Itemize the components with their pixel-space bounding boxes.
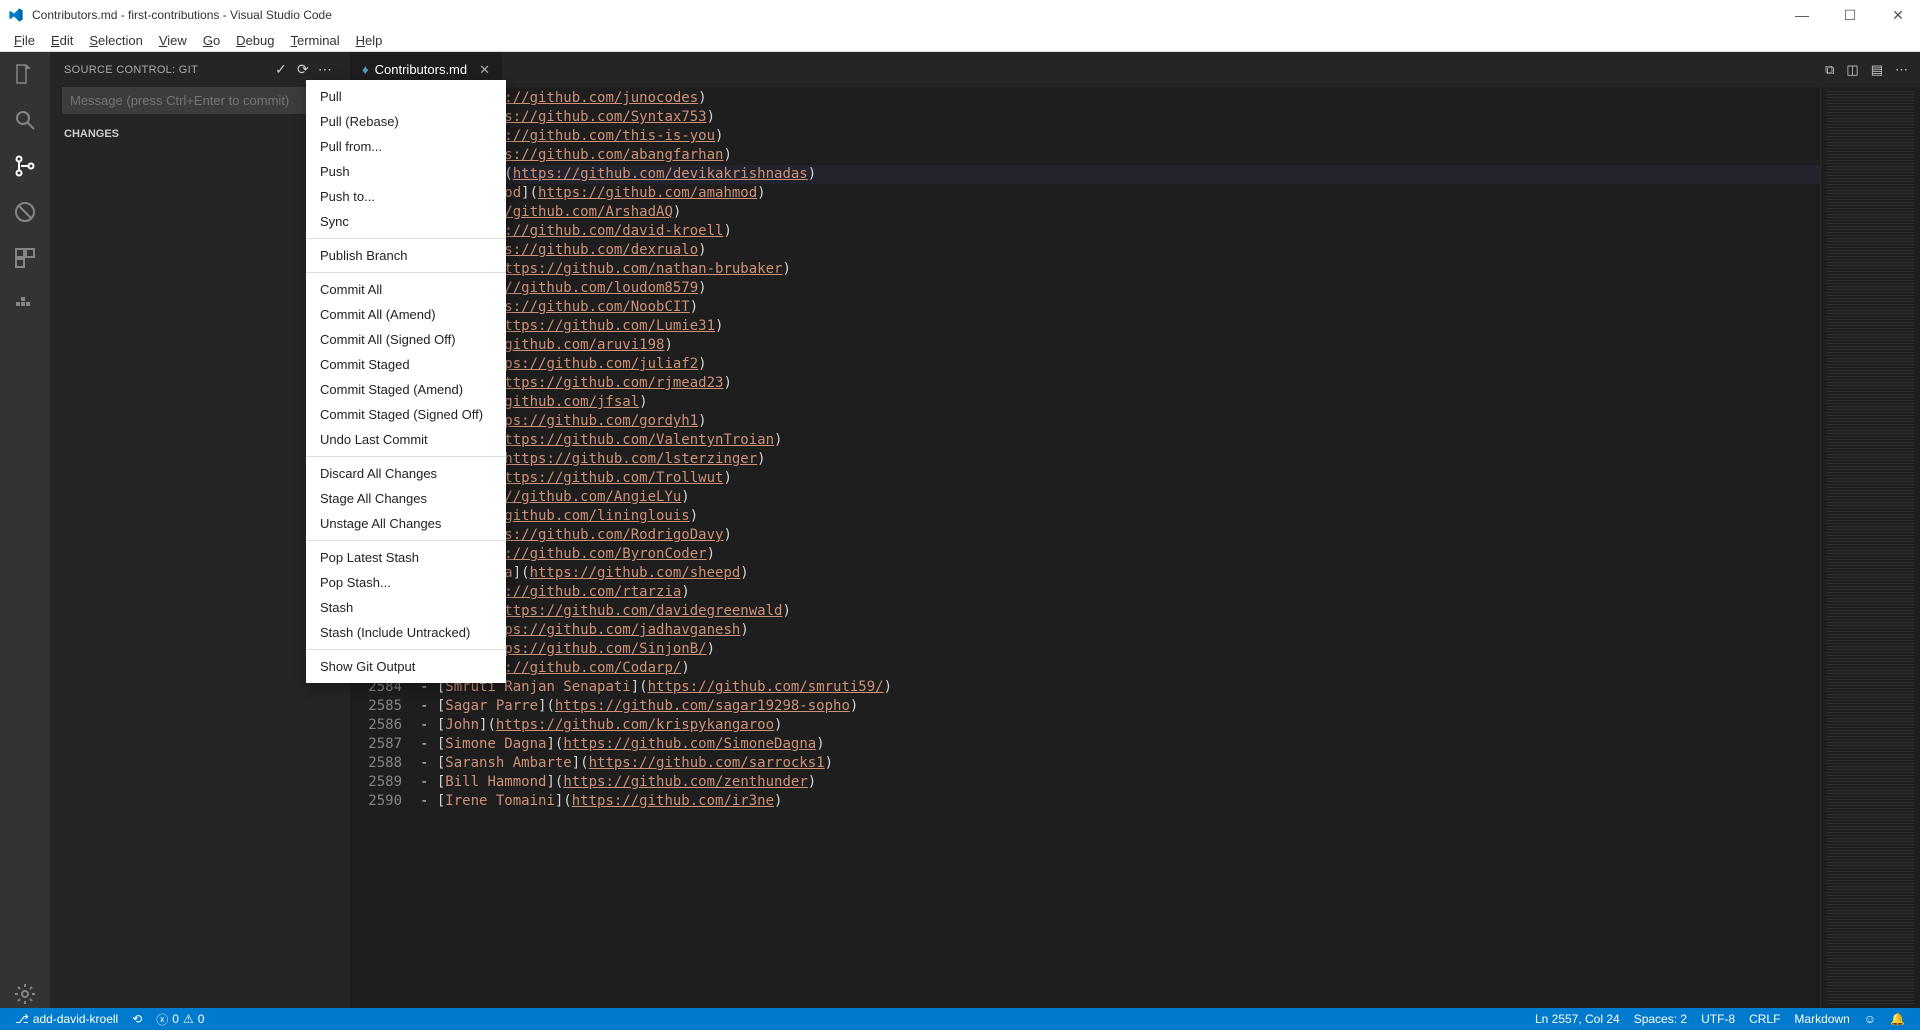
changes-section[interactable]: CHANGES — [50, 122, 350, 146]
menu-separator — [306, 540, 506, 541]
status-feedback-icon[interactable]: ☺ — [1857, 1012, 1883, 1026]
menu-debug[interactable]: Debug — [228, 31, 282, 50]
activity-bar — [0, 52, 50, 1008]
menu-edit[interactable]: Edit — [43, 31, 81, 50]
menu-item-push-to-[interactable]: Push to... — [306, 184, 506, 209]
menu-separator — [306, 456, 506, 457]
commit-action-icon[interactable]: ✓ — [270, 61, 292, 78]
docker-icon[interactable] — [11, 290, 39, 318]
code-content[interactable]: uno](https://github.com/junocodes)rner](… — [420, 87, 1820, 1008]
menu-item-pull-rebase-[interactable]: Pull (Rebase) — [306, 109, 506, 134]
error-icon: ⓧ — [156, 1011, 168, 1028]
menu-item-show-git-output[interactable]: Show Git Output — [306, 654, 506, 679]
extensions-icon[interactable] — [11, 244, 39, 272]
menu-item-commit-all-amend-[interactable]: Commit All (Amend) — [306, 302, 506, 327]
menu-separator — [306, 272, 506, 273]
scm-title: SOURCE CONTROL: GIT — [64, 64, 270, 76]
status-indentation[interactable]: Spaces: 2 — [1627, 1012, 1694, 1026]
menu-go[interactable]: Go — [195, 31, 228, 50]
menu-item-stage-all-changes[interactable]: Stage All Changes — [306, 486, 506, 511]
window-titlebar: Contributors.md - first-contributions - … — [0, 0, 1920, 30]
close-button[interactable]: ✕ — [1884, 7, 1912, 24]
status-sync[interactable]: ⟲ — [125, 1012, 149, 1026]
status-bell-icon[interactable]: 🔔 — [1883, 1012, 1912, 1026]
menu-item-commit-staged-signed-off-[interactable]: Commit Staged (Signed Off) — [306, 402, 506, 427]
settings-gear-icon[interactable] — [11, 980, 39, 1008]
menu-help[interactable]: Help — [348, 31, 391, 50]
minimap[interactable] — [1820, 87, 1920, 1008]
menu-item-pull-from-[interactable]: Pull from... — [306, 134, 506, 159]
menu-selection[interactable]: Selection — [81, 31, 150, 50]
source-control-sidebar: SOURCE CONTROL: GIT ✓ ⟳ ⋯ CHANGES — [50, 52, 350, 1008]
menu-item-commit-staged-amend-[interactable]: Commit Staged (Amend) — [306, 377, 506, 402]
menu-item-commit-all[interactable]: Commit All — [306, 277, 506, 302]
menubar: File Edit Selection View Go Debug Termin… — [0, 30, 1920, 52]
debug-icon[interactable] — [11, 198, 39, 226]
menu-item-commit-staged[interactable]: Commit Staged — [306, 352, 506, 377]
menu-item-publish-branch[interactable]: Publish Branch — [306, 243, 506, 268]
editor-area: ♦ Contributors.md ✕ ⧉ ◫ ▤ ⋯ 258425852586… — [350, 52, 1920, 1008]
menu-separator — [306, 649, 506, 650]
window-title: Contributors.md - first-contributions - … — [32, 8, 1788, 22]
menu-item-stash-include-untracked-[interactable]: Stash (Include Untracked) — [306, 620, 506, 645]
markdown-file-icon: ♦ — [362, 62, 369, 77]
split-editor-icon[interactable]: ◫ — [1846, 62, 1858, 78]
menu-item-pop-stash-[interactable]: Pop Stash... — [306, 570, 506, 595]
status-language[interactable]: Markdown — [1787, 1012, 1856, 1026]
menu-item-stash[interactable]: Stash — [306, 595, 506, 620]
warning-icon: ⚠ — [183, 1012, 194, 1026]
status-eol[interactable]: CRLF — [1742, 1012, 1787, 1026]
explorer-icon[interactable] — [11, 60, 39, 88]
source-control-icon[interactable] — [11, 152, 39, 180]
menu-item-pop-latest-stash[interactable]: Pop Latest Stash — [306, 545, 506, 570]
menu-item-commit-all-signed-off-[interactable]: Commit All (Signed Off) — [306, 327, 506, 352]
status-problems[interactable]: ⓧ0 ⚠0 — [149, 1011, 211, 1028]
maximize-button[interactable]: ☐ — [1836, 7, 1864, 24]
refresh-action-icon[interactable]: ⟳ — [292, 61, 314, 78]
tab-filename: Contributors.md — [375, 62, 467, 77]
editor-tabs: ♦ Contributors.md ✕ ⧉ ◫ ▤ ⋯ — [350, 52, 1920, 87]
diff-view-icon[interactable]: ⧉ — [1825, 62, 1834, 78]
minimize-button[interactable]: — — [1788, 7, 1816, 24]
tab-close-icon[interactable]: ✕ — [479, 62, 490, 78]
branch-icon: ⎇ — [15, 1012, 29, 1026]
editor-body[interactable]: 2584258525862587258825892590 uno](https:… — [350, 87, 1920, 1008]
git-context-menu: PullPull (Rebase)Pull from...PushPush to… — [306, 80, 506, 683]
menu-item-pull[interactable]: Pull — [306, 84, 506, 109]
window-controls: — ☐ ✕ — [1788, 7, 1912, 24]
status-bar: ⎇ add-david-kroell ⟲ ⓧ0 ⚠0 Ln 2557, Col … — [0, 1008, 1920, 1030]
search-icon[interactable] — [11, 106, 39, 134]
more-actions-icon[interactable]: ⋯ — [314, 61, 336, 78]
menu-item-sync[interactable]: Sync — [306, 209, 506, 234]
editor-more-icon[interactable]: ⋯ — [1895, 62, 1908, 78]
menu-separator — [306, 238, 506, 239]
vscode-logo-icon — [8, 7, 24, 23]
status-encoding[interactable]: UTF-8 — [1694, 1012, 1742, 1026]
menu-item-undo-last-commit[interactable]: Undo Last Commit — [306, 427, 506, 452]
open-preview-icon[interactable]: ▤ — [1871, 62, 1883, 78]
status-branch[interactable]: ⎇ add-david-kroell — [8, 1012, 125, 1026]
menu-item-unstage-all-changes[interactable]: Unstage All Changes — [306, 511, 506, 536]
commit-message-input[interactable] — [62, 87, 338, 114]
menu-item-discard-all-changes[interactable]: Discard All Changes — [306, 461, 506, 486]
status-cursor-position[interactable]: Ln 2557, Col 24 — [1528, 1012, 1627, 1026]
menu-terminal[interactable]: Terminal — [282, 31, 347, 50]
menu-item-push[interactable]: Push — [306, 159, 506, 184]
menu-view[interactable]: View — [151, 31, 195, 50]
menu-file[interactable]: File — [6, 31, 43, 50]
